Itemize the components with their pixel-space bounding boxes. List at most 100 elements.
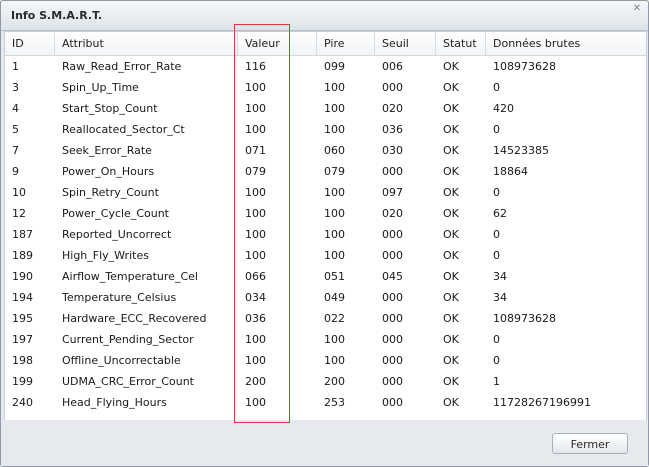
- column-header-donnees-brutes[interactable]: Données brutes: [486, 32, 646, 55]
- cell-donnees-brutes: 0: [493, 228, 500, 241]
- column-header-valeur[interactable]: Valeur: [238, 32, 317, 55]
- cell-pire: 253: [324, 396, 345, 409]
- cell-id: 3: [12, 81, 19, 94]
- table-row[interactable]: 190 Airflow_Temperature_Cel 066 051 045 OK 34: [5, 266, 646, 287]
- cell-attribut: Seek_Error_Rate: [62, 144, 152, 157]
- cell-statut: OK: [443, 186, 459, 199]
- table-body: 1 Raw_Read_Error_Rate 116 099 006 OK 108973628…: [5, 56, 646, 413]
- column-header-attribut[interactable]: Attribut: [55, 32, 238, 55]
- cell-statut: OK: [443, 312, 459, 325]
- cell-valeur: 100: [245, 396, 266, 409]
- column-header-statut[interactable]: Statut: [436, 32, 486, 55]
- cell-id: 4: [12, 102, 19, 115]
- cell-attribut: Reported_Uncorrect: [62, 228, 172, 241]
- cell-valeur: 100: [245, 102, 266, 115]
- cell-pire: 049: [324, 291, 345, 304]
- cell-seuil: 020: [382, 102, 403, 115]
- cell-statut: OK: [443, 102, 459, 115]
- table-row[interactable]: 10 Spin_Retry_Count 100 100 097 OK 0: [5, 182, 646, 203]
- cell-attribut: Temperature_Celsius: [62, 291, 177, 304]
- cell-pire: 200: [324, 375, 345, 388]
- cell-donnees-brutes: 0: [493, 354, 500, 367]
- dialog-footer: [1, 420, 648, 466]
- column-header-id[interactable]: ID: [5, 32, 55, 55]
- cell-attribut: Raw_Read_Error_Rate: [62, 60, 182, 73]
- cell-valeur: 200: [245, 375, 266, 388]
- cell-pire: 100: [324, 123, 345, 136]
- cell-id: 194: [12, 291, 33, 304]
- table-row[interactable]: 9 Power_On_Hours 079 079 000 OK 18864: [5, 161, 646, 182]
- cell-statut: OK: [443, 228, 459, 241]
- table-row[interactable]: 187 Reported_Uncorrect 100 100 000 OK 0: [5, 224, 646, 245]
- cell-donnees-brutes: 0: [493, 123, 500, 136]
- cell-pire: 100: [324, 207, 345, 220]
- cell-donnees-brutes: 34: [493, 291, 507, 304]
- cell-donnees-brutes: 14523385: [493, 144, 549, 157]
- cell-statut: OK: [443, 270, 459, 283]
- cell-seuil: 000: [382, 312, 403, 325]
- table-row[interactable]: 189 High_Fly_Writes 100 100 000 OK 0: [5, 245, 646, 266]
- cell-statut: OK: [443, 81, 459, 94]
- cell-statut: OK: [443, 291, 459, 304]
- cell-statut: OK: [443, 396, 459, 409]
- table-row[interactable]: 198 Offline_Uncorrectable 100 100 000 OK 0: [5, 350, 646, 371]
- cell-valeur: 100: [245, 228, 266, 241]
- cell-valeur: 100: [245, 333, 266, 346]
- table-header: ID Attribut Valeur Pire Seuil Statut Don…: [5, 32, 646, 56]
- table-row[interactable]: 195 Hardware_ECC_Recovered 036 022 000 OK 1089…: [5, 308, 646, 329]
- cell-id: 5: [12, 123, 19, 136]
- cell-id: 7: [12, 144, 19, 157]
- table-row[interactable]: 1 Raw_Read_Error_Rate 116 099 006 OK 108973628: [5, 56, 646, 77]
- table-row[interactable]: 197 Current_Pending_Sector 100 100 000 OK 0: [5, 329, 646, 350]
- table-row[interactable]: 12 Power_Cycle_Count 100 100 020 OK 62: [5, 203, 646, 224]
- cell-valeur: 100: [245, 186, 266, 199]
- cell-attribut: Hardware_ECC_Recovered: [62, 312, 207, 325]
- cell-statut: OK: [443, 165, 459, 178]
- table-row[interactable]: 199 UDMA_CRC_Error_Count 200 200 000 OK 1: [5, 371, 646, 392]
- smart-table: ID Attribut Valeur Pire Seuil Statut Don…: [4, 31, 647, 421]
- cell-attribut: Spin_Retry_Count: [62, 186, 159, 199]
- cell-seuil: 000: [382, 333, 403, 346]
- cell-statut: OK: [443, 249, 459, 262]
- cell-valeur: 100: [245, 354, 266, 367]
- dialog-titlebar: Info S.M.A.R.T. ✕: [1, 1, 648, 31]
- cell-valeur: 100: [245, 81, 266, 94]
- cell-donnees-brutes: 11728267196991: [493, 396, 591, 409]
- cell-valeur: 036: [245, 312, 266, 325]
- cell-statut: OK: [443, 375, 459, 388]
- cell-pire: 100: [324, 186, 345, 199]
- table-row[interactable]: 3 Spin_Up_Time 100 100 000 OK 0: [5, 77, 646, 98]
- column-header-pire[interactable]: Pire: [317, 32, 375, 55]
- cell-pire: 100: [324, 249, 345, 262]
- cell-statut: OK: [443, 144, 459, 157]
- cell-attribut: Power_On_Hours: [62, 165, 155, 178]
- cell-donnees-brutes: 34: [493, 270, 507, 283]
- cell-id: 1: [12, 60, 19, 73]
- cell-donnees-brutes: 420: [493, 102, 514, 115]
- cell-id: 240: [12, 396, 33, 409]
- table-row[interactable]: 194 Temperature_Celsius 034 049 000 OK 34: [5, 287, 646, 308]
- cell-pire: 100: [324, 102, 345, 115]
- column-header-seuil[interactable]: Seuil: [375, 32, 436, 55]
- table-row[interactable]: 240 Head_Flying_Hours 100 253 000 OK 117282671…: [5, 392, 646, 413]
- cell-seuil: 000: [382, 396, 403, 409]
- cell-seuil: 000: [382, 249, 403, 262]
- cell-pire: 100: [324, 228, 345, 241]
- cell-pire: 051: [324, 270, 345, 283]
- dialog-title: Info S.M.A.R.T.: [11, 9, 103, 22]
- table-row[interactable]: 7 Seek_Error_Rate 071 060 030 OK 14523385: [5, 140, 646, 161]
- table-row[interactable]: 4 Start_Stop_Count 100 100 020 OK 420: [5, 98, 646, 119]
- cell-id: 198: [12, 354, 33, 367]
- cell-valeur: 066: [245, 270, 266, 283]
- cell-seuil: 020: [382, 207, 403, 220]
- cell-statut: OK: [443, 60, 459, 73]
- table-row[interactable]: 5 Reallocated_Sector_Ct 100 100 036 OK 0: [5, 119, 646, 140]
- cell-seuil: 000: [382, 228, 403, 241]
- cell-donnees-brutes: 62: [493, 207, 507, 220]
- close-icon[interactable]: ✕: [631, 4, 643, 14]
- fermer-button[interactable]: Fermer: [552, 433, 628, 454]
- cell-seuil: 030: [382, 144, 403, 157]
- cell-donnees-brutes: 0: [493, 186, 500, 199]
- cell-attribut: Reallocated_Sector_Ct: [62, 123, 185, 136]
- cell-id: 9: [12, 165, 19, 178]
